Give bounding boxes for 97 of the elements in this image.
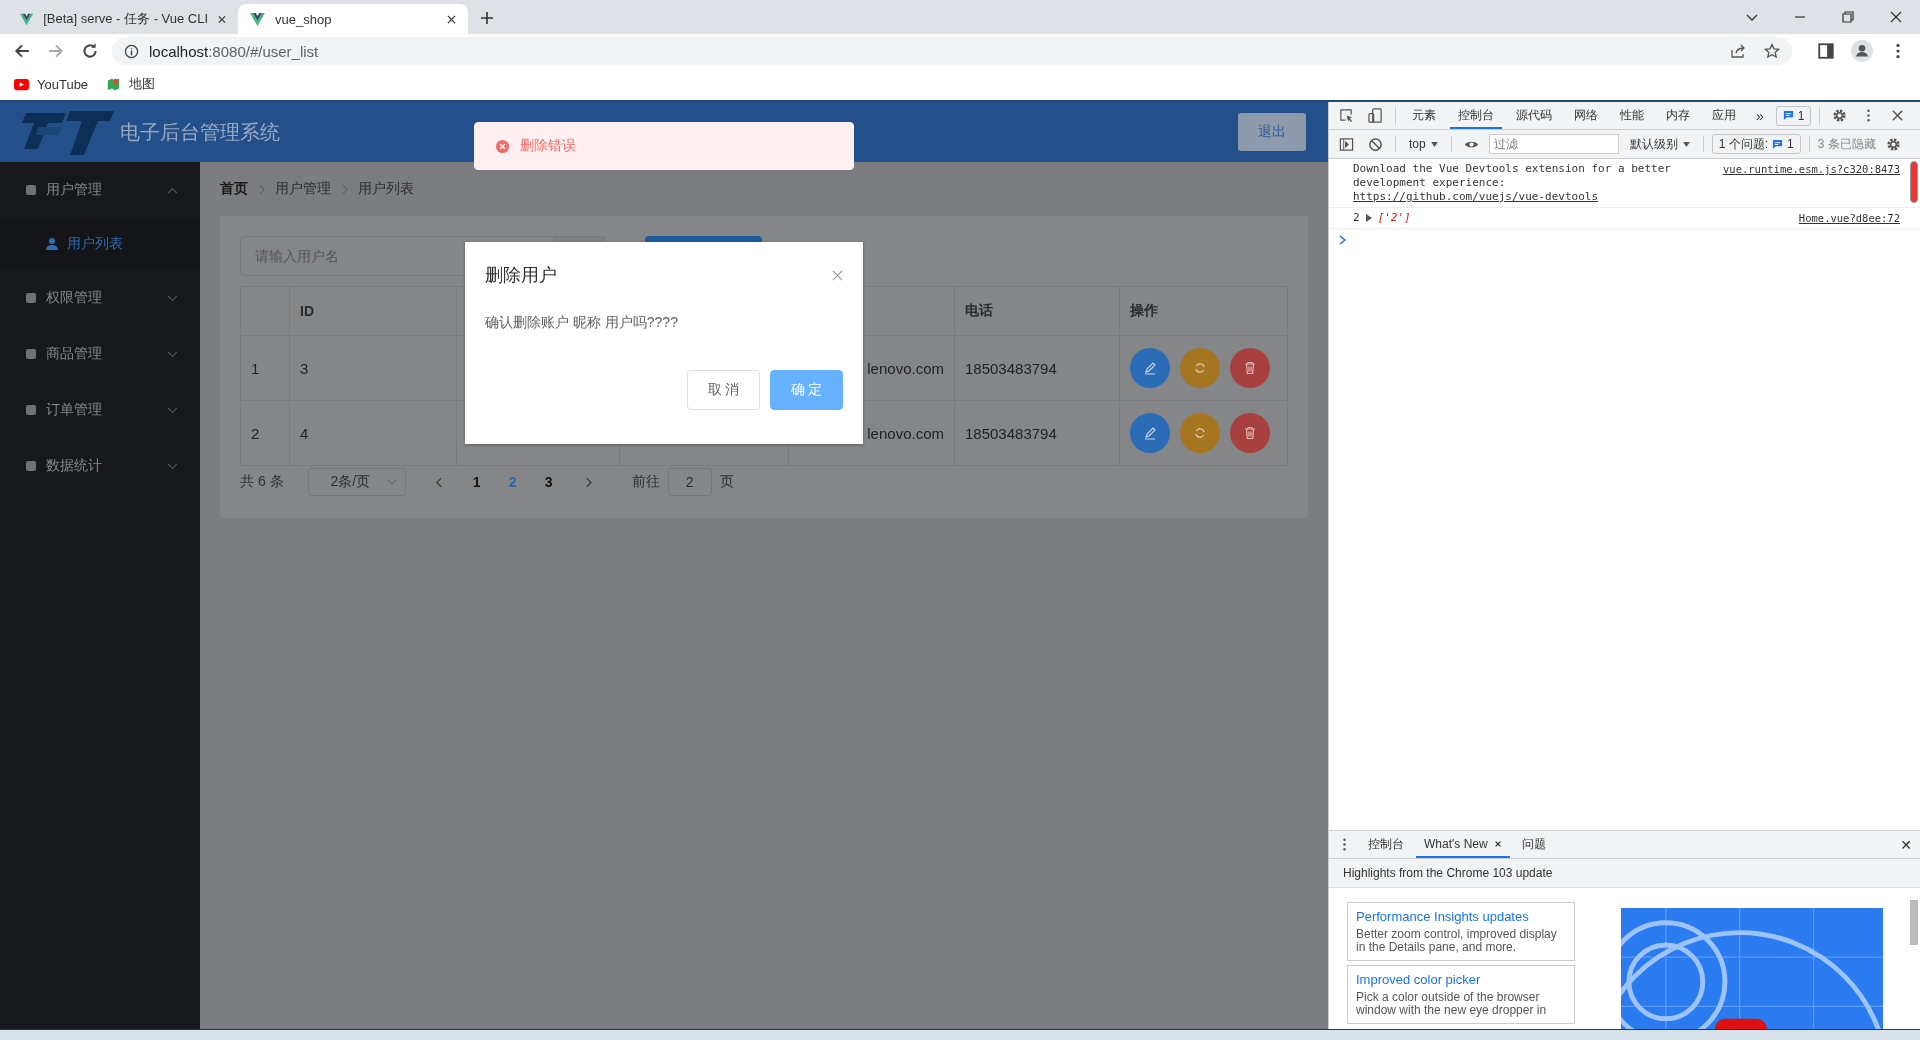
expand-arrow-icon[interactable] bbox=[1365, 214, 1372, 222]
devtools-tab[interactable]: 内存 bbox=[1658, 102, 1698, 129]
message-icon bbox=[1772, 138, 1784, 150]
drawer-close[interactable]: ✕ bbox=[1900, 836, 1912, 853]
feature-card[interactable]: Performance Insights updates Better zoom control, improved display in the Details pane, and more. bbox=[1347, 902, 1575, 961]
page-size-select[interactable]: 2条/页 bbox=[307, 468, 406, 496]
app-title: 电子后台管理系统 bbox=[120, 119, 280, 145]
pencil-icon bbox=[1143, 426, 1157, 440]
menu-item[interactable]: 权限管理 bbox=[0, 270, 200, 326]
log-count: 2 bbox=[1353, 211, 1360, 225]
message-icon bbox=[1782, 110, 1794, 121]
menu-item[interactable]: 数据统计 bbox=[0, 438, 200, 494]
table-cell: 3 bbox=[290, 336, 457, 400]
filter-field[interactable]: 过滤 bbox=[1488, 134, 1619, 154]
chevron-right-icon bbox=[341, 183, 348, 195]
context-select[interactable]: top bbox=[1404, 137, 1443, 151]
column-header: ID bbox=[290, 287, 457, 335]
console-link[interactable]: https://github.com/vuejs/vue-devtools bbox=[1353, 190, 1671, 204]
next-page-icon[interactable] bbox=[584, 476, 592, 488]
drawer-tab[interactable]: 控制台 bbox=[1360, 831, 1412, 858]
log-level-select[interactable]: 默认级别 bbox=[1624, 135, 1695, 153]
feature-description: Better zoom control, improved display in the Details pane, and more. bbox=[1356, 928, 1558, 954]
breadcrumb-item: 用户列表 bbox=[358, 180, 414, 198]
feature-description: Pick a color outside of the browser window with the new eye dropper in bbox=[1356, 991, 1548, 1017]
page-number[interactable]: 1 bbox=[462, 474, 491, 490]
table-cell: 18503483794 bbox=[955, 336, 1120, 400]
source-link[interactable]: vue.runtime.esm.js?c320:8473 bbox=[1723, 162, 1900, 204]
new-tab-icon[interactable] bbox=[480, 11, 494, 25]
refresh-icon bbox=[1193, 361, 1207, 375]
restore-icon[interactable] bbox=[1841, 10, 1855, 24]
column-header: 电话 bbox=[955, 287, 1120, 335]
devtools-tab[interactable]: 元素 bbox=[1404, 102, 1444, 129]
info-icon bbox=[124, 43, 139, 59]
dropdown-arrow-icon bbox=[1682, 141, 1690, 147]
prev-page-icon[interactable] bbox=[435, 476, 443, 488]
issues-button[interactable]: 1 个问题: 1 bbox=[1711, 134, 1801, 154]
scrollbar[interactable] bbox=[1910, 161, 1918, 203]
error-icon bbox=[495, 138, 510, 154]
pencil-icon bbox=[1143, 361, 1157, 375]
total-count: 共 6 条 bbox=[240, 473, 284, 491]
close-icon[interactable] bbox=[1493, 839, 1502, 848]
close-icon[interactable] bbox=[1889, 10, 1903, 24]
profile-icon[interactable] bbox=[1848, 40, 1876, 62]
bookmark-link[interactable]: 地图 bbox=[106, 75, 156, 93]
trash-icon bbox=[1243, 426, 1257, 440]
table-cell: 18503483794 bbox=[955, 401, 1120, 465]
bookmark-link[interactable]: YouTube bbox=[14, 76, 89, 92]
page-input[interactable]: 2 bbox=[667, 468, 712, 496]
goto-label: 前往 bbox=[631, 473, 660, 491]
close-icon[interactable] bbox=[218, 14, 226, 24]
table-cell: 2 bbox=[241, 401, 290, 465]
trash-icon bbox=[1243, 361, 1257, 375]
whats-new-heading: Highlights from the Chrome 103 update bbox=[1329, 859, 1920, 888]
issues-badge[interactable]: 1 bbox=[1775, 105, 1812, 126]
refresh-icon bbox=[1193, 426, 1207, 440]
prompt-icon[interactable] bbox=[1339, 235, 1347, 245]
address-bar[interactable]: localhost:8080/#/user_list bbox=[112, 37, 1792, 65]
menu-item[interactable]: 订单管理 bbox=[0, 382, 200, 438]
table-cell: 4 bbox=[290, 401, 457, 465]
browser-tab[interactable]: vue_shop bbox=[238, 4, 468, 34]
devtools-tab[interactable]: 源代码 bbox=[1508, 102, 1560, 129]
feature-title[interactable]: Improved color picker bbox=[1356, 972, 1566, 987]
cancel-button[interactable]: 取 消 bbox=[687, 370, 760, 410]
more-tabs[interactable]: » bbox=[1750, 107, 1770, 124]
share-icon[interactable] bbox=[1730, 43, 1746, 59]
drawer-tab[interactable]: 问题 bbox=[1513, 831, 1554, 858]
map-pin-icon bbox=[106, 77, 122, 91]
vue-logo-icon bbox=[250, 12, 265, 26]
star-icon[interactable] bbox=[1764, 43, 1780, 59]
menu-item[interactable]: 商品管理 bbox=[0, 326, 200, 382]
hidden-count: 3 条已隐藏 bbox=[1817, 135, 1876, 153]
table-cell: 1 bbox=[241, 336, 290, 400]
breadcrumb-item: 用户管理 bbox=[275, 180, 331, 198]
scrollbar[interactable] bbox=[1910, 900, 1918, 945]
breadcrumb-item[interactable]: 首页 bbox=[220, 180, 248, 198]
close-icon[interactable] bbox=[447, 14, 456, 24]
dialog-message: 确认删除账户 昵称 用户吗???? bbox=[485, 314, 679, 332]
devtools-tab[interactable]: 性能 bbox=[1612, 102, 1652, 129]
browser-tab[interactable]: [Beta] serve - 任务 - Vue CLI bbox=[8, 4, 238, 34]
play-logo-icon bbox=[14, 77, 29, 91]
menu-item[interactable]: 用户管理 bbox=[0, 162, 200, 218]
page-suffix: 页 bbox=[719, 473, 734, 491]
devtools-tab[interactable]: 网络 bbox=[1566, 102, 1606, 129]
user-icon bbox=[45, 237, 59, 251]
chevron-down-icon bbox=[386, 478, 397, 486]
page-number[interactable]: 3 bbox=[534, 474, 563, 490]
feature-card[interactable]: Improved color picker Pick a color outside of the browser window with the new eye dropper in bbox=[1347, 965, 1575, 1024]
chevron-right-icon bbox=[258, 183, 265, 195]
source-link[interactable]: Home.vue?d8ee:72 bbox=[1798, 211, 1900, 225]
devtools-tab[interactable]: 应用 bbox=[1704, 102, 1744, 129]
vue-logo-icon bbox=[20, 12, 34, 26]
feature-title[interactable]: Performance Insights updates bbox=[1356, 909, 1566, 924]
dropdown-arrow-icon bbox=[1430, 141, 1438, 147]
log-value: ['2'] bbox=[1377, 211, 1411, 225]
console-message: Download the Vue Devtools extension for a better development experience: bbox=[1353, 162, 1671, 190]
column-header: 操作 bbox=[1129, 301, 1159, 320]
error-message: 删除错误 bbox=[474, 122, 854, 170]
